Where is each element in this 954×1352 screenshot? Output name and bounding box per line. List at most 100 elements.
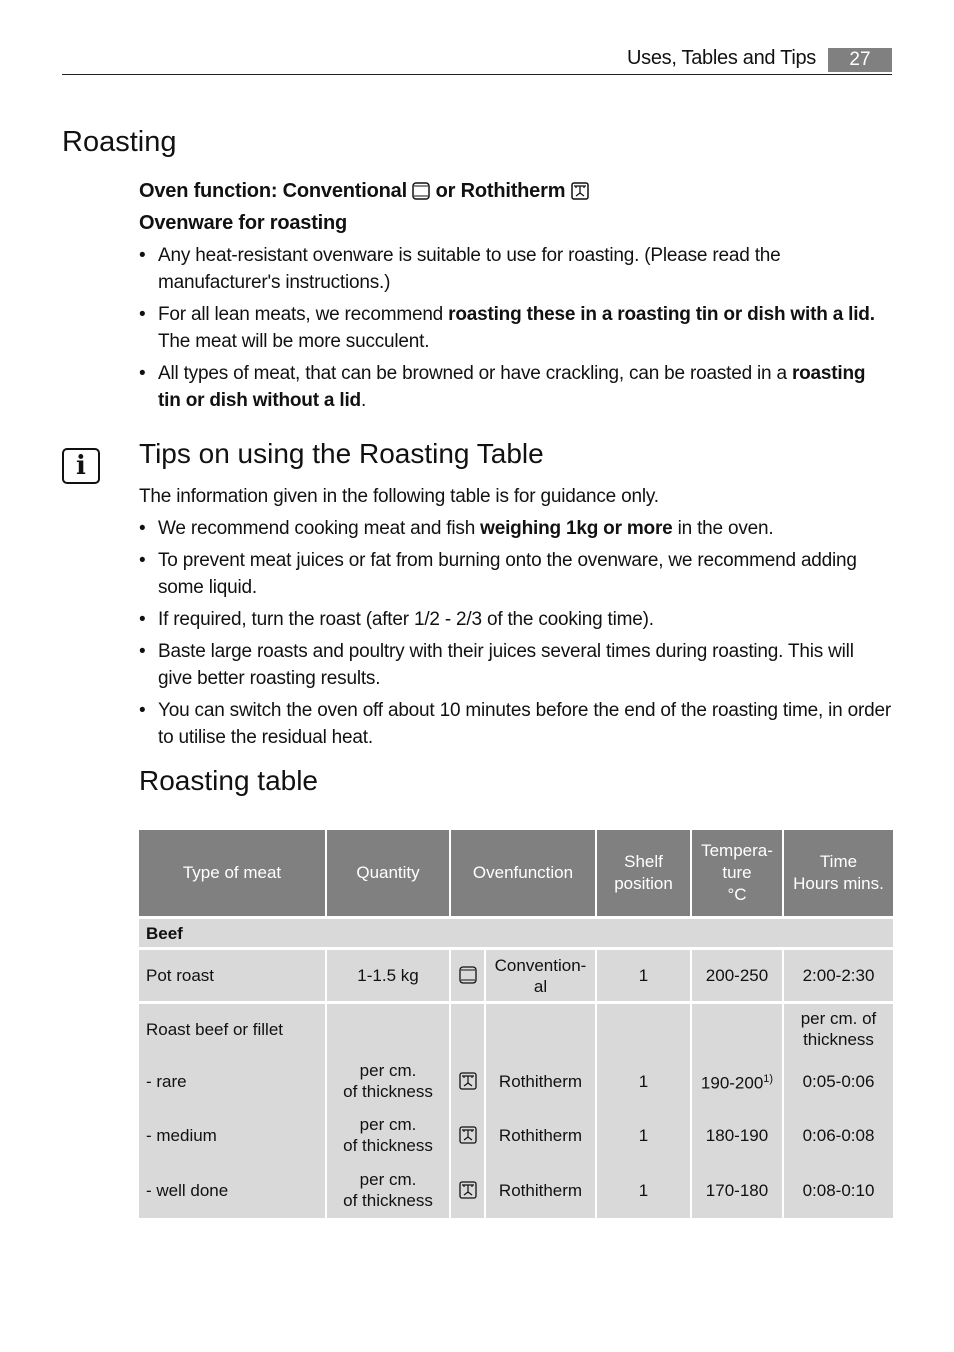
table-row: Roast beef or fillet per cm. of thickness (139, 1004, 893, 1054)
table-header-row: Type of meat Quantity Ovenfunction Shelf… (139, 830, 893, 919)
cell-shelf: 1 (597, 1054, 692, 1108)
cell-function: Convention-al (486, 950, 597, 1004)
cell-icon (451, 950, 486, 1004)
rothitherm-icon (458, 1071, 477, 1090)
cell-time: 0:08-0:10 (784, 1162, 893, 1218)
cell-quantity: per cm. of thickness (327, 1054, 451, 1108)
col-type: Type of meat (139, 830, 327, 919)
tips-intro: The information given in the following t… (139, 486, 659, 507)
tips-section: The information given in the following t… (139, 483, 891, 751)
cell-temp: 190-2001) (692, 1054, 784, 1108)
page-header: Uses, Tables and Tips 27 (62, 46, 892, 75)
info-icon: i (62, 448, 100, 484)
cell-empty (486, 1004, 597, 1054)
rothitherm-icon (458, 1180, 477, 1199)
roasting-section: Oven function: Conventional or Rothither… (139, 176, 891, 414)
cell-time: 0:05-0:06 (784, 1054, 893, 1108)
cell-empty (692, 1004, 784, 1054)
list-item: If required, turn the roast (after 1/2 -… (139, 606, 891, 633)
text: The meat will be more succulent. (158, 331, 430, 352)
text: of thickness (343, 1082, 433, 1101)
text: Hours mins. (793, 874, 884, 893)
text: 190-200 (700, 1073, 764, 1093)
text: position (614, 874, 673, 893)
cell-icon (451, 1108, 486, 1162)
text: For all lean meats, we recommend (158, 304, 449, 325)
group-row: Beef (139, 919, 893, 950)
oven-function-line: Oven function: Conventional or Rothither… (139, 176, 891, 206)
conventional-icon (458, 966, 477, 984)
cell-time: 2:00-2:30 (784, 950, 893, 1004)
table-row: - well done per cm. of thickness Rothithe… (139, 1162, 893, 1218)
tips-list: We recommend cooking meat and fish weigh… (139, 515, 891, 751)
cell-empty (597, 1004, 692, 1054)
text: in the oven. (672, 518, 774, 539)
cell-type: Roast beef or fillet (139, 1004, 327, 1054)
text: of thickness (343, 1191, 433, 1210)
cell-quantity: per cm. of thickness (327, 1108, 451, 1162)
cell-temp: 170-180 (692, 1162, 784, 1218)
text: per cm. of (800, 1009, 877, 1028)
cell-quantity: per cm. of thickness (327, 1162, 451, 1218)
cell-shelf: 1 (597, 950, 692, 1004)
table-row: - rare per cm. of thickness Rothitherm 1 … (139, 1054, 893, 1108)
tips-heading: Tips on using the Roasting Table (139, 438, 544, 469)
roasting-heading: Roasting (62, 126, 177, 158)
roasting-table: Type of meat Quantity Ovenfunction Shelf… (139, 830, 893, 1218)
col-function: Ovenfunction (451, 830, 597, 919)
cell-time: per cm. of thickness (784, 1004, 893, 1054)
cell-shelf: 1 (597, 1108, 692, 1162)
cell-icon (451, 1054, 486, 1108)
text: . (360, 390, 367, 411)
ovenware-list: Any heat-resistant ovenware is suitable … (139, 242, 891, 414)
cell-temp: 200-250 (692, 950, 784, 1004)
text: Convention- (494, 955, 587, 975)
text: al (533, 976, 548, 996)
list-item: To prevent meat juices or fat from burni… (139, 547, 891, 601)
rothitherm-icon (570, 182, 589, 200)
cell-function: Rothitherm (486, 1108, 597, 1162)
cell-type: Pot roast (139, 950, 327, 1004)
group-beef: Beef (139, 919, 893, 950)
rothitherm-icon (458, 1125, 477, 1144)
cell-quantity: 1-1.5 kg (327, 950, 451, 1004)
text: We recommend cooking meat and fish (158, 518, 481, 539)
oven-function-label: Oven function: Conventional (139, 180, 407, 202)
cell-type: - medium (139, 1108, 327, 1162)
list-item: For all lean meats, we recommend roastin… (139, 301, 891, 355)
text: Time (819, 852, 858, 871)
text: per cm. (359, 1061, 417, 1080)
text: per cm. (359, 1115, 417, 1134)
col-temp: Tempera-ture °C (692, 830, 784, 919)
page-number: 27 (828, 48, 892, 72)
ovenware-title: Ovenware for roasting (139, 212, 348, 234)
table-row: Pot roast 1-1.5 kg Convention-al 1 200-2… (139, 950, 893, 1004)
cell-function: Rothitherm (486, 1054, 597, 1108)
page: Uses, Tables and Tips 27 Roasting Oven f… (0, 0, 954, 1352)
text: ture (722, 863, 752, 882)
roasting-table-heading: Roasting table (139, 765, 319, 796)
cell-type: - well done (139, 1162, 327, 1218)
col-quantity: Quantity (327, 830, 451, 919)
col-shelf: Shelf position (597, 830, 692, 919)
conventional-icon (412, 182, 431, 200)
text: °C (727, 885, 747, 904)
table-row: - medium per cm. of thickness Rothitherm … (139, 1108, 893, 1162)
cell-type: - rare (139, 1054, 327, 1108)
cell-empty (451, 1004, 486, 1054)
cell-function: Rothitherm (486, 1162, 597, 1218)
text: Tempera- (701, 841, 773, 860)
rothitherm-label: or Rothitherm (435, 180, 566, 202)
text: Shelf (624, 852, 663, 871)
text: of thickness (343, 1136, 433, 1155)
section-title: Uses, Tables and Tips (627, 47, 816, 69)
list-item: You can switch the oven off about 10 min… (139, 697, 891, 751)
text: per cm. (359, 1170, 417, 1189)
list-item: All types of meat, that can be browned o… (139, 360, 891, 414)
cell-time: 0:06-0:08 (784, 1108, 893, 1162)
cell-icon (451, 1162, 486, 1218)
text: All types of meat, that can be browned o… (158, 363, 792, 384)
col-time: Time Hours mins. (784, 830, 893, 919)
list-item: Any heat-resistant ovenware is suitable … (139, 242, 891, 296)
text: thickness (803, 1030, 874, 1049)
